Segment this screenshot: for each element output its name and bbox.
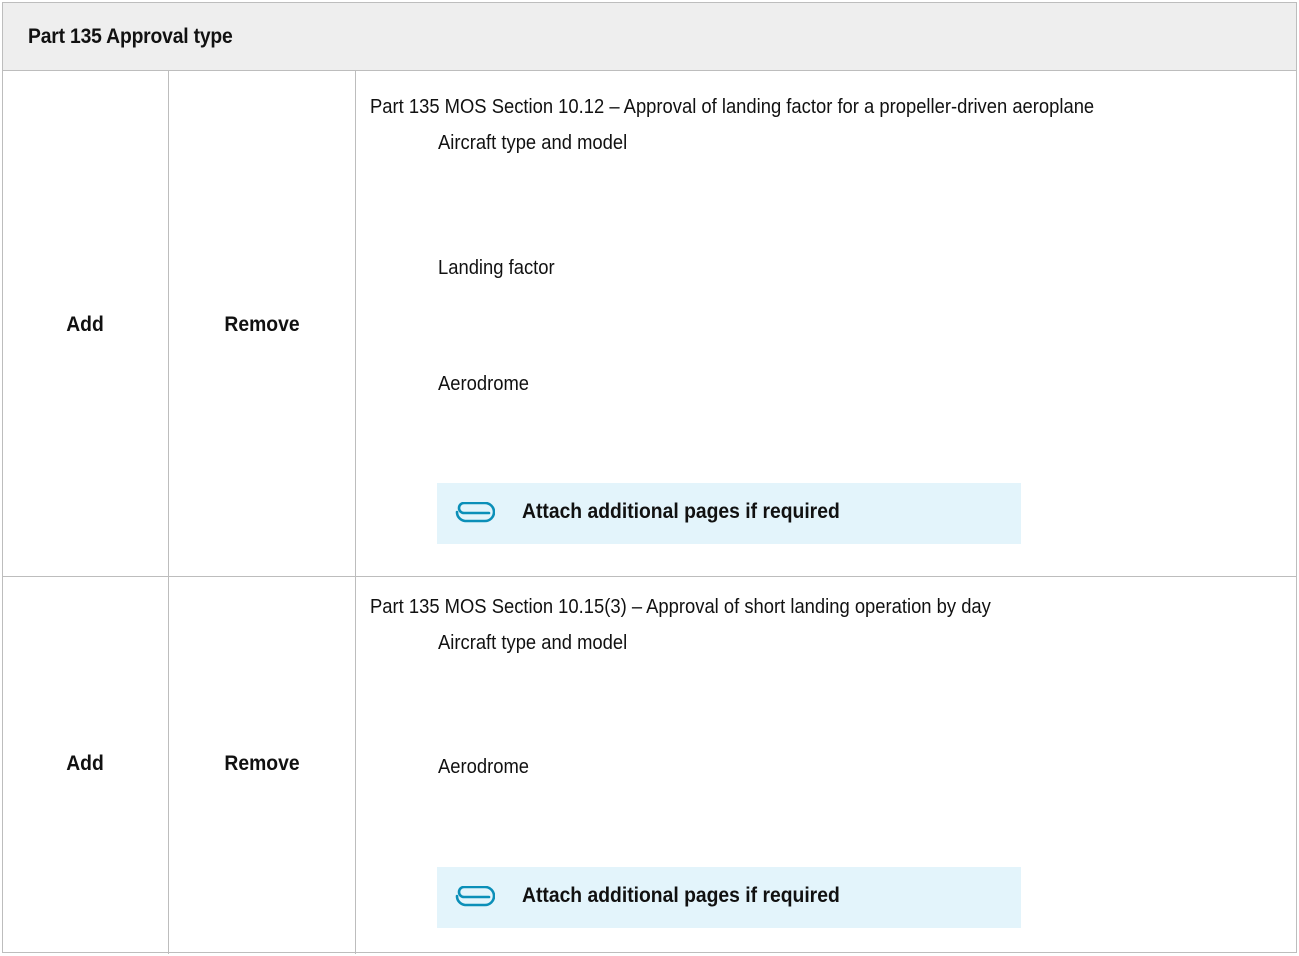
paperclip-icon bbox=[455, 502, 495, 523]
page-title: Part 135 Approval type bbox=[28, 25, 233, 48]
field-label-aerodrome: Aerodrome bbox=[438, 373, 530, 395]
section-title: Part 135 MOS Section 10.12 – Approval of… bbox=[370, 96, 1095, 118]
remove-option[interactable]: Remove bbox=[176, 752, 347, 776]
paperclip-icon bbox=[455, 886, 495, 907]
field-label-landing-factor: Landing factor bbox=[438, 257, 555, 279]
attach-pages-note: Attach additional pages if required bbox=[437, 867, 1021, 928]
column-divider bbox=[168, 71, 169, 576]
column-divider bbox=[355, 71, 356, 576]
table-header: Part 135 Approval type bbox=[2, 2, 1297, 71]
add-option[interactable]: Add bbox=[9, 752, 162, 776]
remove-option[interactable]: Remove bbox=[176, 313, 347, 337]
table-row: Add Remove Part 135 MOS Section 10.12 – … bbox=[2, 71, 1297, 577]
attach-pages-text: Attach additional pages if required bbox=[522, 884, 840, 907]
field-label-aircraft-type: Aircraft type and model bbox=[438, 132, 628, 154]
column-divider bbox=[355, 577, 356, 954]
table-row: Add Remove Part 135 MOS Section 10.15(3)… bbox=[2, 577, 1297, 954]
add-option[interactable]: Add bbox=[9, 313, 162, 337]
section-title: Part 135 MOS Section 10.15(3) – Approval… bbox=[370, 596, 991, 618]
field-label-aerodrome: Aerodrome bbox=[438, 756, 530, 778]
attach-pages-text: Attach additional pages if required bbox=[522, 500, 840, 523]
attach-pages-note: Attach additional pages if required bbox=[437, 483, 1021, 544]
field-label-aircraft-type: Aircraft type and model bbox=[438, 632, 628, 654]
column-divider bbox=[168, 577, 169, 954]
